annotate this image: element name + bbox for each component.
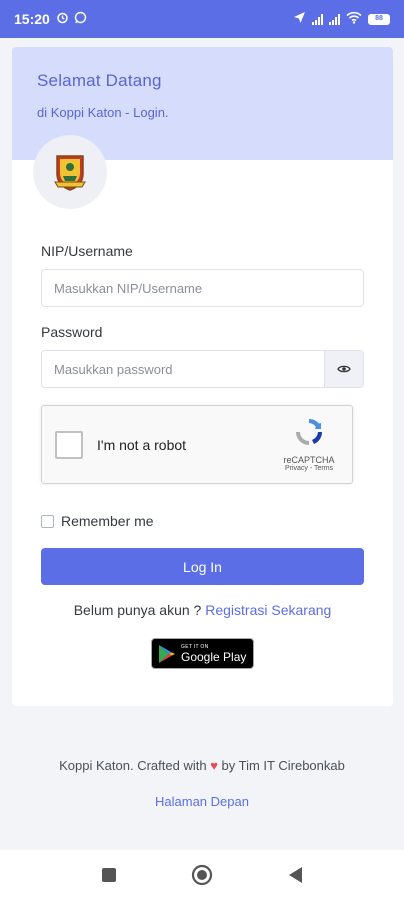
home-page-link[interactable]: Halaman Depan: [0, 794, 404, 809]
register-link[interactable]: Registrasi Sekarang: [205, 602, 331, 618]
remember-me-row: Remember me: [41, 513, 364, 529]
login-button[interactable]: Log In: [41, 548, 364, 585]
recaptcha-icon: [296, 419, 322, 445]
username-input[interactable]: Masukkan NIP/Username: [41, 269, 364, 307]
login-card: Selamat Datang di Koppi Katon - Login. N…: [12, 47, 393, 706]
signal-icon: [312, 13, 323, 25]
status-bar: 15:20 88: [0, 0, 404, 38]
recaptcha-label: I'm not a robot: [97, 436, 187, 453]
status-time: 15:20: [14, 11, 50, 27]
heart-icon: ♥: [210, 758, 218, 773]
back-icon[interactable]: [287, 866, 303, 884]
password-label: Password: [41, 324, 103, 340]
battery-icon: 88: [368, 13, 390, 25]
alarm-icon: [56, 11, 69, 27]
app-logo: [33, 135, 107, 209]
recaptcha-widget: I'm not a robot reCAPTCHA Privacy - Term…: [41, 405, 353, 484]
play-store-icon: [159, 644, 175, 663]
recent-apps-icon[interactable]: [101, 867, 117, 883]
recaptcha-terms-link[interactable]: Privacy - Terms: [278, 465, 340, 472]
recaptcha-checkbox[interactable]: [55, 430, 83, 459]
badge-line1: GET IT ON: [181, 643, 209, 650]
password-group: Masukkan password: [41, 350, 364, 388]
home-icon[interactable]: [191, 864, 213, 886]
remember-me-label: Remember me: [61, 513, 154, 529]
footer-text-before: Koppi Katon. Crafted with: [59, 758, 207, 773]
footer-text-after: by Tim IT Cirebonkab: [221, 758, 345, 773]
recaptcha-brand: reCAPTCHA: [283, 455, 335, 465]
welcome-title: Selamat Datang: [37, 71, 162, 90]
username-label: NIP/Username: [41, 243, 133, 259]
emblem-icon: [54, 155, 86, 191]
signal-icon: [329, 13, 340, 25]
whatsapp-icon: [74, 11, 87, 27]
system-nav-bar: [0, 850, 404, 900]
remember-me-checkbox[interactable]: [41, 514, 54, 528]
password-input[interactable]: Masukkan password: [41, 350, 325, 388]
google-play-badge[interactable]: GET IT ON Google Play: [151, 638, 254, 669]
toggle-password-button[interactable]: [325, 350, 364, 388]
register-prompt: Belum punya akun ?: [73, 602, 202, 618]
register-line: Belum punya akun ? Registrasi Sekarang: [41, 602, 364, 618]
recaptcha-logo: reCAPTCHA Privacy - Terms: [278, 416, 340, 472]
footer-credit: Koppi Katon. Crafted with ♥ by Tim IT Ci…: [0, 758, 404, 773]
location-icon: [293, 11, 306, 27]
wifi-icon: [346, 11, 362, 27]
eye-icon: [337, 365, 351, 373]
login-form: NIP/Username Masukkan NIP/Username Passw…: [41, 243, 364, 618]
welcome-subtitle: di Koppi Katon - Login.: [37, 105, 169, 120]
badge-line2: Google Play: [181, 649, 247, 664]
